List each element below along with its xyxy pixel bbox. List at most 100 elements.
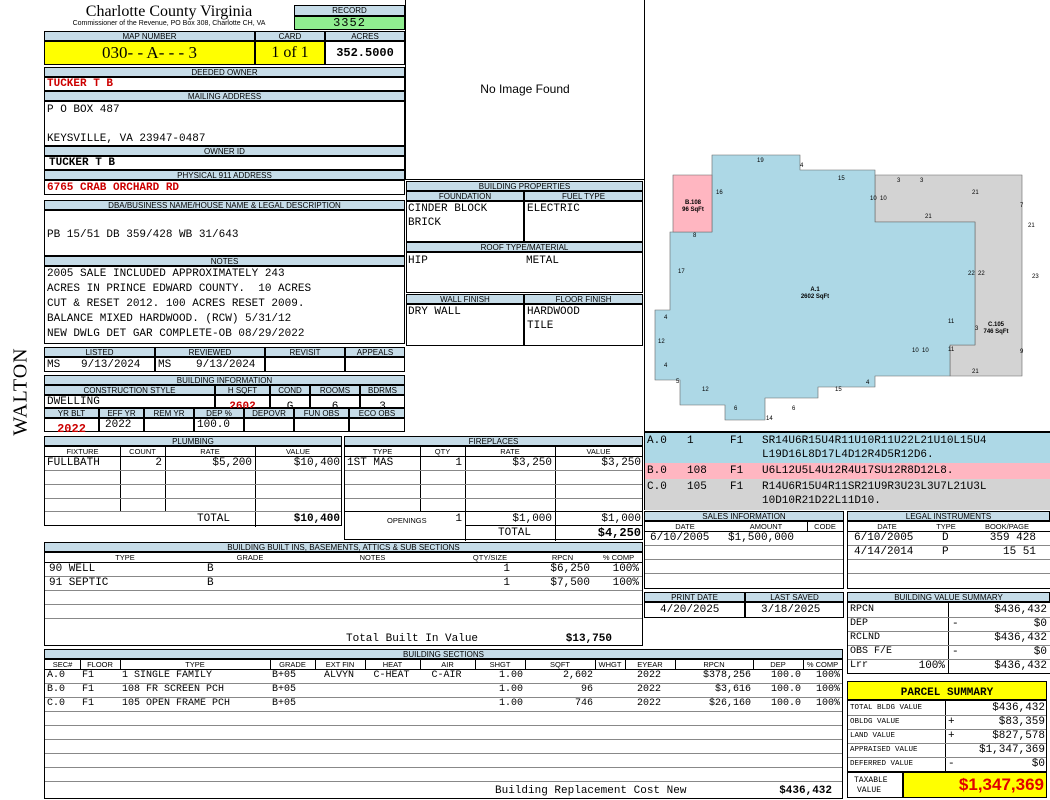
vs-value: $436,432 (994, 660, 1047, 672)
builtin-rpcn: $7,500 (550, 577, 590, 589)
section-cell-rpcn: $3,616 (714, 684, 751, 695)
district-text: WALTON (9, 347, 32, 436)
section-cell-comp: 100% (815, 670, 840, 681)
fuel-value: ELECTRIC (527, 203, 580, 215)
sections-header: DEP (770, 660, 786, 669)
builtins-header-type: TYPE (115, 553, 135, 562)
legal-type: P (942, 546, 949, 558)
plumbing-count: 2 (155, 457, 162, 469)
vs-value: $436,432 (994, 632, 1047, 644)
builtin-type: 90 WELL (49, 563, 96, 575)
sections-header: FLOOR (87, 660, 113, 669)
funobs-cell (294, 418, 349, 432)
sections-total-label: Building Replacement Cost New (495, 785, 687, 797)
sketch-dimension: 15 (838, 176, 845, 182)
sections-header: HEAT (382, 660, 403, 669)
notes-label: NOTES (44, 256, 405, 266)
fireplace-header-value: VALUE (586, 447, 611, 456)
section-cell-floor: F1 (82, 698, 95, 709)
sketch-dimension: 21 (972, 369, 979, 375)
builtin-grade: B (207, 577, 214, 589)
sketch-dimension: 10 (912, 348, 919, 354)
section-cell-shgt: 1.00 (498, 698, 523, 709)
vs-value: $0 (1033, 646, 1047, 658)
vs-key: RCLND (850, 632, 881, 643)
builtin-comp: 100% (612, 577, 639, 589)
section-cell-rpcn: $378,256 (702, 670, 751, 681)
builtin-rpcn: $6,250 (550, 563, 590, 575)
bdrms-cell: 3 (360, 395, 405, 413)
physical-address: 6765 CRAB ORCHARD RD (47, 182, 180, 194)
building-info-label: BUILDING INFORMATION (44, 375, 405, 385)
section-cell-air: C-AIR (431, 670, 462, 681)
code-path: R14U6R15U4R11SR21U9R3U23L3U7L21U3L (762, 481, 987, 493)
sketch-dimension: 21 (1028, 223, 1035, 229)
sections-total: $436,432 (779, 785, 832, 797)
sketch-dimension: 19 (757, 158, 764, 164)
section-cell-floor: F1 (82, 670, 95, 681)
mailing-line-2: KEYSVILLE, VA 23947-0487 (47, 133, 206, 145)
yrblt-label: YR BLT (44, 408, 99, 418)
print-date-label: PRINT DATE (644, 592, 745, 602)
sketch-dimension: 9 (1020, 349, 1024, 355)
listed-box: MS 9/13/2024 (44, 357, 155, 372)
sketch-dimension: 10 (880, 196, 887, 202)
reviewed-date: 9/13/2024 (196, 359, 256, 371)
foundation-1: CINDER BLOCK (408, 203, 488, 215)
fireplace-total: $4,250 (597, 526, 641, 540)
section-cell-grade: B+05 (272, 670, 297, 681)
ps-key: LAND VALUE (850, 732, 896, 740)
vs-key: DEP (850, 618, 869, 629)
section-cell-sec: C.0 (47, 698, 66, 709)
photo-frame: No Image Found (405, 0, 645, 180)
card-value: 1 of 1 (271, 44, 309, 61)
builtins-label: BUILDING BUILT INS, BASEMENTS, ATTICS & … (44, 542, 643, 552)
sales-header-amount: AMOUNT (749, 522, 783, 531)
record-number: 3352 (294, 16, 405, 30)
deeded-owner-box: TUCKER T B (44, 77, 405, 91)
fireplace-rate: $3,250 (512, 457, 552, 469)
county-title: Charlotte County Virginia (85, 3, 253, 20)
district-label: WALTON (0, 340, 42, 450)
hsqft-cell: 2602 (215, 395, 270, 413)
section-cell-comp: 100% (815, 698, 840, 709)
sale-date: 6/10/2005 (650, 532, 710, 544)
sketch-dimension: 16 (716, 190, 723, 196)
physical-address-box: 6765 CRAB ORCHARD RD (44, 180, 405, 195)
listed-date: 9/13/2024 (81, 359, 141, 371)
building-sections-table: SEC# FLOOR TYPE GRADE EXT FIN HEAT AIR SHGT SQFT… (44, 659, 843, 799)
ps-key: TOTAL BLDG VALUE (850, 704, 923, 712)
fireplace-header-qty: QTY (434, 447, 451, 456)
appeals-box (345, 357, 405, 372)
physical-address-label: PHYSICAL 911 ADDRESS (44, 170, 405, 180)
section-cell-heat: C-HEAT (373, 670, 410, 681)
sketch-area-b: 96 SqFt (682, 207, 704, 213)
foundation-label: FOUNDATION (406, 191, 524, 201)
roof-label: ROOF TYPE/MATERIAL (406, 242, 643, 252)
code-n: 108 (687, 465, 707, 477)
record-value: 3352 (333, 16, 366, 30)
sketch-dimension: 22 (978, 271, 985, 277)
sales-label: SALES INFORMATION (644, 511, 844, 521)
fireplace-header-type: TYPE (372, 447, 393, 456)
sketch-label-a: A.1 (810, 287, 820, 293)
section-cell-eyear: 2022 (636, 670, 661, 681)
fireplace-total-label: TOTAL (498, 527, 532, 539)
code-f: F1 (730, 465, 744, 477)
openings-qty: 1 (455, 513, 462, 525)
value-summary-label: BUILDING VALUE SUMMARY (847, 592, 1050, 602)
floor-finish-label: FLOOR FINISH (524, 294, 643, 304)
sketch-dimension: 11 (948, 347, 955, 353)
vs-pct: 100% (918, 660, 945, 672)
code-sec: C.0 (647, 481, 667, 493)
fireplace-header-rate: RATE (500, 447, 520, 456)
legal-date: 6/10/2005 (854, 532, 914, 544)
mailing-line-1: P O BOX 487 (47, 104, 120, 116)
deeded-owner-label: DEEDED OWNER (44, 67, 405, 77)
taxable-value: $1,347,369 (958, 775, 1044, 794)
cond-label: COND (270, 385, 310, 395)
builtins-total: $13,750 (565, 633, 612, 645)
acres-text: 352.5000 (336, 46, 394, 60)
sketch-dimension: 17 (678, 269, 685, 275)
wall-finish: DRY WALL (408, 306, 461, 318)
